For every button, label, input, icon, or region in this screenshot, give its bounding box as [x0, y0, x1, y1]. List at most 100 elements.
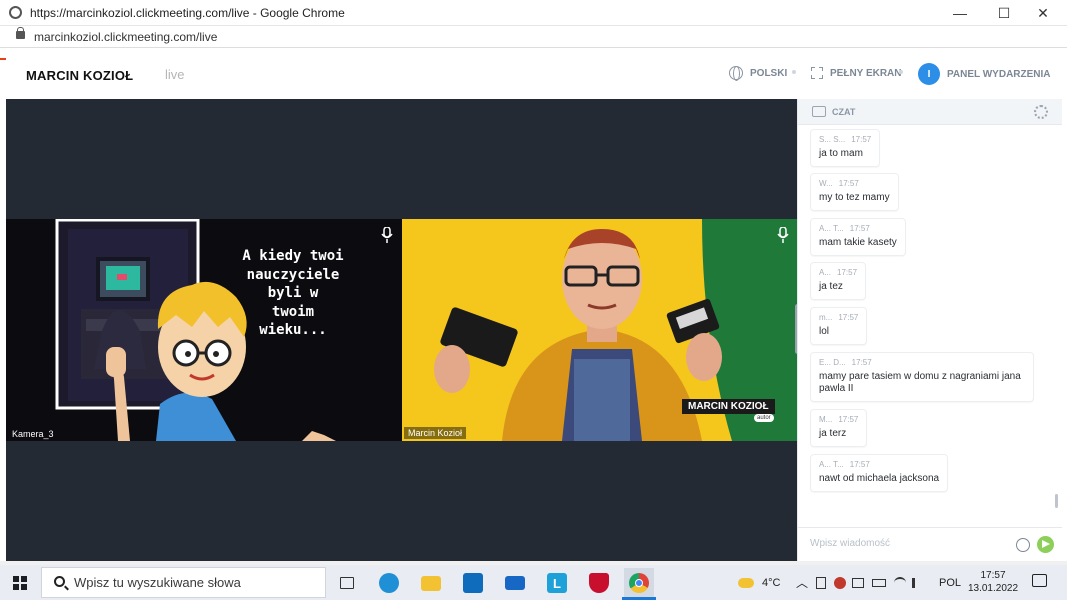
header-separator	[792, 70, 796, 74]
message-text: ja to mam	[819, 148, 863, 159]
wifi-icon	[894, 576, 906, 589]
tray-overflow-chevron-icon[interactable]: ︿	[796, 565, 808, 600]
input-language[interactable]: POL	[939, 565, 961, 600]
message-author: S... S...	[819, 135, 846, 144]
event-panel-label: PANEL WYDARZENIA	[947, 68, 1051, 80]
windows-taskbar: L 4°C ︿ POL 17:57 13.01.2022	[0, 565, 1067, 600]
close-button[interactable]: ✕	[1020, 0, 1066, 26]
language-label: POLSKI	[750, 67, 788, 79]
taskbar-search[interactable]	[41, 567, 326, 598]
video-tile-kamera[interactable]: A kiedy twoi nauczyciele byli w twoim wi…	[6, 219, 402, 441]
chrome-icon	[629, 573, 649, 593]
mail-icon	[505, 576, 525, 590]
record-icon	[834, 576, 846, 589]
url-text[interactable]: marcinkoziol.clickmeeting.com/live	[34, 30, 217, 44]
edge-button[interactable]	[374, 568, 404, 598]
message-text: mamy pare tasiem w domu z nagraniami jan…	[819, 371, 1021, 394]
window-title: https://marcinkoziol.clickmeeting.com/li…	[30, 6, 345, 20]
message-text: mam takie kasety	[819, 237, 897, 248]
clock-date: 13.01.2022	[967, 583, 1019, 594]
message-time: 17:57	[849, 460, 870, 469]
task-view-button[interactable]	[332, 568, 362, 598]
globe-icon	[729, 66, 743, 81]
browser-titlebar: https://marcinkoziol.clickmeeting.com/li…	[0, 0, 1067, 26]
chat-header: CZAT	[798, 99, 1062, 125]
taskbar-clock[interactable]: 17:57 13.01.2022	[963, 569, 1023, 595]
overlay-caption: A kiedy twoi nauczyciele byli w twoim wi…	[228, 247, 358, 340]
gear-icon[interactable]	[1034, 105, 1048, 119]
chat-composer	[798, 527, 1062, 561]
search-icon	[54, 576, 65, 587]
chat-icon	[812, 106, 826, 117]
message-time: 17:57	[851, 358, 872, 367]
chat-message-input[interactable]	[810, 538, 990, 549]
l-app-icon: L	[547, 573, 567, 593]
video-tile-presenter[interactable]: MARCIN KOZIOŁ autor Marcin Kozioł	[402, 219, 797, 441]
windows-logo-icon	[13, 575, 27, 590]
chat-scrollbar[interactable]	[1055, 494, 1058, 508]
chat-message: M... 17:57 ja terz	[810, 409, 868, 447]
chat-title: CZAT	[832, 107, 856, 117]
clock-time: 17:57	[980, 570, 1006, 581]
lock-icon[interactable]	[16, 27, 25, 39]
volume-icon	[912, 577, 924, 588]
chat-message: A... 17:57 ja tez	[810, 262, 867, 300]
overlay-line: twoim	[271, 303, 315, 320]
message-author: A...	[819, 268, 832, 277]
message-author: E... D...	[819, 358, 846, 367]
message-text: my to tez mamy	[819, 192, 890, 203]
mcafee-button[interactable]	[584, 568, 614, 598]
task-view-icon	[340, 577, 354, 589]
site-info-icon	[9, 6, 22, 19]
chrome-button[interactable]	[624, 568, 654, 598]
event-panel-button[interactable]: I PANEL WYDARZENIA	[918, 63, 1051, 85]
edge-icon	[379, 573, 399, 593]
emoji-icon[interactable]	[1016, 538, 1030, 552]
taskbar-search-input[interactable]	[74, 575, 314, 590]
chat-message: m... 17:57 lol	[810, 307, 868, 345]
device-icon	[816, 576, 826, 589]
live-label: live	[165, 67, 185, 82]
send-icon[interactable]	[1037, 536, 1054, 553]
folder-icon	[421, 575, 441, 591]
overlay-line: nauczyciele	[246, 266, 340, 283]
chat-panel: CZAT S... S... 17:57 ja to mam W... 17:57 …	[797, 99, 1062, 561]
avatar: I	[918, 63, 940, 85]
overlay-line: A kiedy twoi	[242, 248, 344, 264]
message-text: ja terz	[819, 428, 847, 439]
message-time: 17:57	[851, 135, 872, 144]
address-bar[interactable]: marcinkoziol.clickmeeting.com/live	[0, 26, 1067, 48]
message-author: M...	[819, 415, 833, 424]
message-author: A... T...	[819, 224, 844, 233]
fullscreen-button[interactable]: PEŁNY EKRAN	[811, 65, 902, 81]
tile-label: Marcin Kozioł	[404, 427, 467, 439]
chat-message: S... S... 17:57 ja to mam	[810, 129, 881, 167]
language-switcher[interactable]: POLSKI	[729, 65, 787, 81]
chat-message: A... T... 17:57 mam takie kasety	[810, 218, 906, 256]
file-explorer-button[interactable]	[416, 568, 446, 598]
overlay-line: byli w	[267, 285, 319, 301]
app-header: MARCIN KOZIOŁ live POLSKI PEŁNY EKRAN I …	[6, 48, 1061, 99]
video-stage: A kiedy twoi nauczyciele byli w twoim wi…	[6, 99, 800, 561]
fullscreen-icon	[811, 67, 823, 79]
message-author: A... T...	[819, 460, 844, 469]
message-text: lol	[819, 326, 830, 337]
message-time: 17:57	[849, 224, 870, 233]
tray-icons[interactable]	[816, 565, 928, 600]
fullscreen-label: PEŁNY EKRAN	[830, 67, 902, 79]
camera-icon	[852, 577, 864, 588]
lower-third-role: autor	[754, 414, 774, 422]
start-button[interactable]	[0, 565, 40, 600]
store-button[interactable]	[458, 568, 488, 598]
microphone-icon	[381, 227, 393, 243]
weather-icon	[738, 577, 754, 588]
overlay-line: wieku...	[259, 322, 327, 338]
notification-icon[interactable]	[1032, 574, 1047, 587]
minimize-button[interactable]: —	[937, 0, 983, 26]
chat-message-list[interactable]: S... S... 17:57 ja to mam W... 17:57 my to…	[810, 129, 1050, 513]
l-app-button[interactable]: L	[542, 568, 572, 598]
mail-button[interactable]	[500, 568, 530, 598]
store-icon	[463, 573, 483, 593]
weather-widget[interactable]: 4°C	[738, 565, 780, 600]
header-separator	[899, 70, 903, 74]
